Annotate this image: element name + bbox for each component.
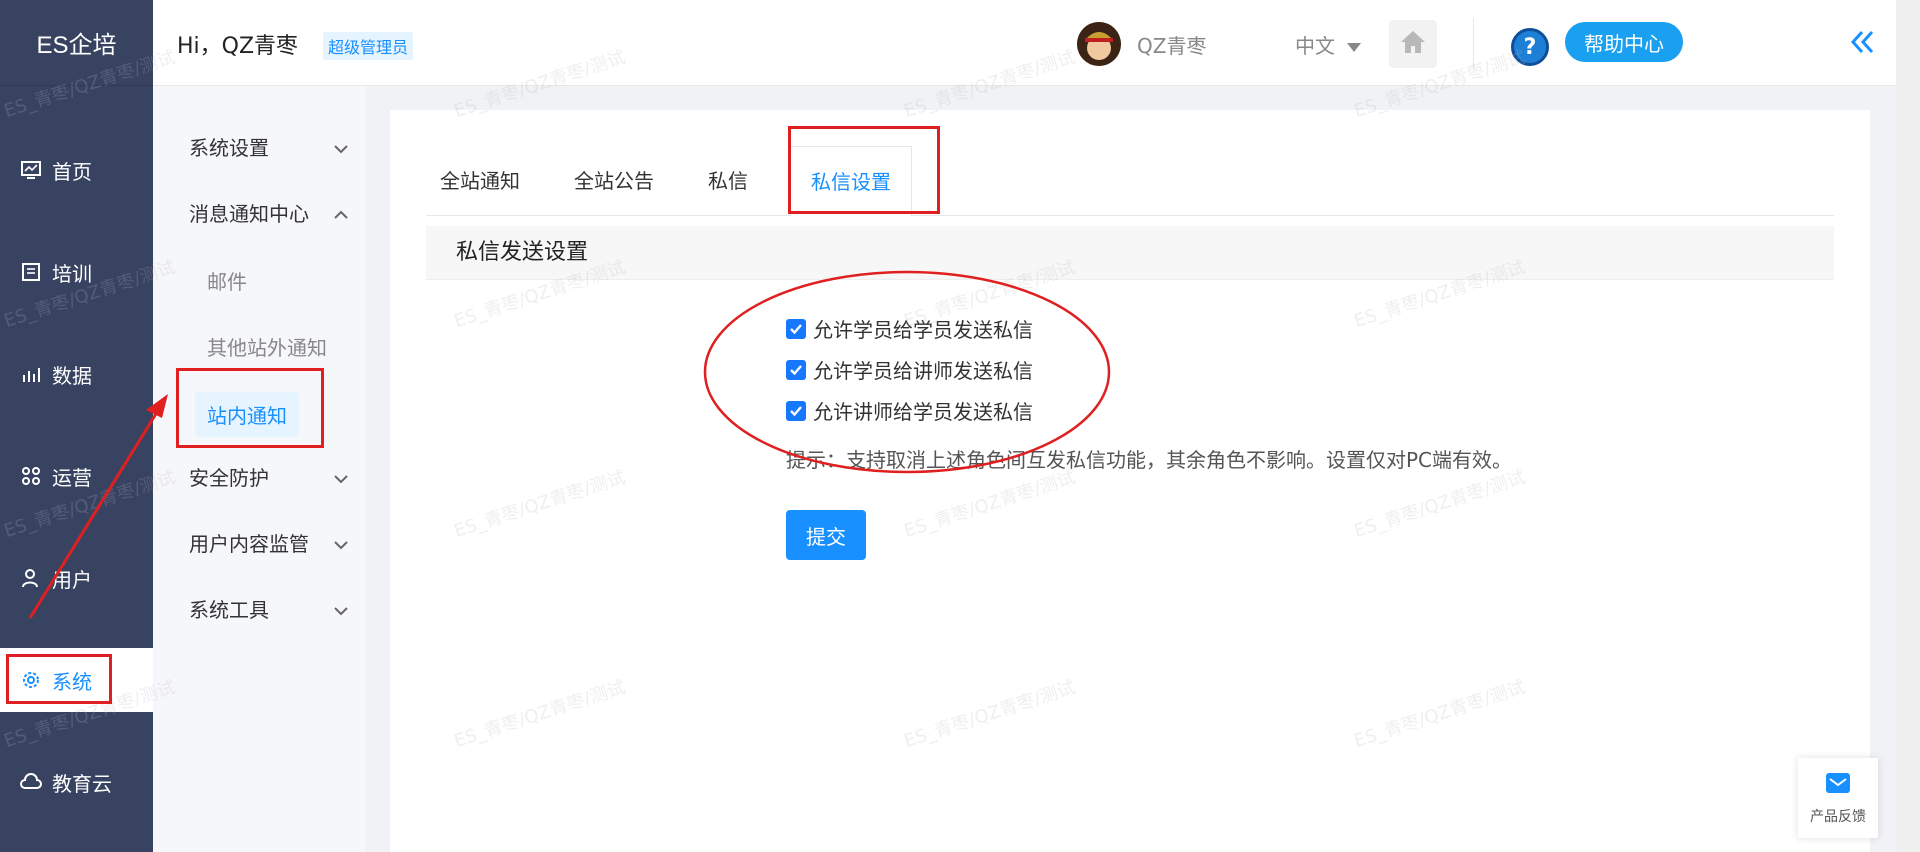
submenu-onsite-notice[interactable]: 站内通知 — [195, 392, 299, 437]
section-title: 私信发送设置 — [426, 226, 1834, 280]
nav-label: 运营 — [52, 465, 92, 490]
operation-icon — [18, 463, 44, 489]
nav-item-home[interactable]: 首页 — [0, 138, 153, 202]
chevron-down-icon — [333, 465, 349, 489]
avatar[interactable] — [1077, 22, 1121, 66]
nav-item-training[interactable]: 培训 — [0, 240, 153, 304]
hint-text: 提示：支持取消上述角色间互发私信功能，其余角色不影响。设置仅对PC端有效。 — [786, 448, 1513, 472]
nav-item-data[interactable]: 数据 — [0, 342, 153, 406]
nav-label: 数据 — [52, 363, 92, 388]
nav-label: 系统 — [52, 669, 92, 694]
username[interactable]: QZ青枣 — [1137, 30, 1206, 59]
feedback-icon — [1824, 770, 1852, 800]
chevron-up-icon — [333, 201, 349, 225]
nav-item-operation[interactable]: 运营 — [0, 444, 153, 508]
training-icon — [18, 259, 44, 285]
tab-site-notice[interactable]: 全站通知 — [440, 146, 520, 216]
submenu-label: 系统工具 — [189, 598, 269, 622]
header-divider — [1473, 18, 1474, 68]
user-icon — [18, 565, 44, 591]
brand-logo[interactable]: ES企培 — [0, 0, 153, 86]
role-badge: 超级管理员 — [323, 32, 414, 60]
greeting: Hi，QZ青枣 — [177, 34, 299, 59]
cloud-icon — [18, 769, 44, 795]
secondary-menu: 系统设置 消息通知中心 邮件 其他站外通知 站内通知 安全防护 用户内容监管 系… — [153, 86, 366, 852]
submit-button[interactable]: 提交 — [786, 510, 866, 560]
home-button[interactable] — [1389, 20, 1437, 68]
nav-label: 用户 — [52, 567, 92, 592]
option-lecturer-to-student[interactable]: 允许讲师给学员发送私信 — [786, 396, 1033, 425]
tab-bar: 全站通知 全站公告 私信 私信设置 — [426, 146, 1834, 217]
chart-icon — [18, 361, 44, 387]
submenu-email[interactable]: 邮件 — [207, 266, 247, 295]
product-feedback-widget[interactable]: 产品反馈 — [1798, 758, 1878, 838]
tab-site-announcement[interactable]: 全站公告 — [574, 146, 654, 216]
collapse-sidebar-button[interactable] — [1843, 24, 1883, 64]
double-chevron-left-icon — [1848, 27, 1878, 61]
checkbox-checked[interactable] — [786, 318, 806, 339]
submenu-system-settings[interactable]: 系统设置 — [189, 132, 349, 161]
submenu-content-monitor[interactable]: 用户内容监管 — [189, 528, 349, 557]
submenu-tools[interactable]: 系统工具 — [189, 594, 349, 623]
feedback-label: 产品反馈 — [1810, 809, 1866, 825]
tab-private-message[interactable]: 私信 — [708, 146, 748, 216]
chevron-down-icon — [333, 531, 349, 555]
caret-down-icon — [1347, 43, 1362, 52]
submenu-label: 消息通知中心 — [189, 202, 309, 226]
nav-label: 培训 — [52, 261, 92, 286]
submenu-label: 系统设置 — [189, 136, 269, 160]
main-sidebar: ES企培 首页 培训 数据 运营 用户 系统 教育云 — [0, 0, 153, 852]
checkbox-checked[interactable] — [786, 359, 806, 380]
submenu-other-offsite[interactable]: 其他站外通知 — [207, 332, 327, 361]
option-label: 允许讲师给学员发送私信 — [813, 400, 1033, 424]
language-label: 中文 — [1295, 34, 1335, 58]
content-card: 全站通知 全站公告 私信 私信设置 私信发送设置 允许学员给学员发送私信 允许学… — [390, 110, 1870, 852]
submenu-label: 用户内容监管 — [189, 532, 309, 556]
chevron-down-icon — [333, 135, 349, 159]
nav-item-system[interactable]: 系统 — [0, 648, 153, 712]
nav-item-edu-cloud[interactable]: 教育云 — [0, 750, 153, 814]
home-icon — [1398, 27, 1428, 61]
top-header: Hi，QZ青枣 超级管理员 QZ青枣 中文 ? 帮助中心 — [153, 0, 1920, 86]
gear-icon — [18, 667, 44, 693]
option-label: 允许学员给学员发送私信 — [813, 318, 1033, 342]
option-student-to-student[interactable]: 允许学员给学员发送私信 — [786, 314, 1033, 343]
tab-private-message-settings[interactable]: 私信设置 — [790, 146, 912, 217]
nav-item-user[interactable]: 用户 — [0, 546, 153, 610]
language-select[interactable]: 中文 — [1295, 30, 1362, 59]
help-question-icon[interactable]: ? — [1511, 28, 1549, 66]
submenu-label: 安全防护 — [189, 466, 269, 490]
checkbox-checked[interactable] — [786, 400, 806, 421]
dashboard-icon — [18, 157, 44, 183]
chevron-down-icon — [333, 597, 349, 621]
submenu-security[interactable]: 安全防护 — [189, 462, 349, 491]
nav-label: 首页 — [52, 159, 92, 184]
submenu-message-center[interactable]: 消息通知中心 — [189, 198, 349, 227]
option-student-to-lecturer[interactable]: 允许学员给讲师发送私信 — [786, 355, 1033, 384]
help-center-button[interactable]: 帮助中心 — [1565, 22, 1683, 62]
option-label: 允许学员给讲师发送私信 — [813, 359, 1033, 383]
page-scrollbar[interactable] — [1896, 0, 1920, 852]
nav-label: 教育云 — [52, 771, 112, 796]
